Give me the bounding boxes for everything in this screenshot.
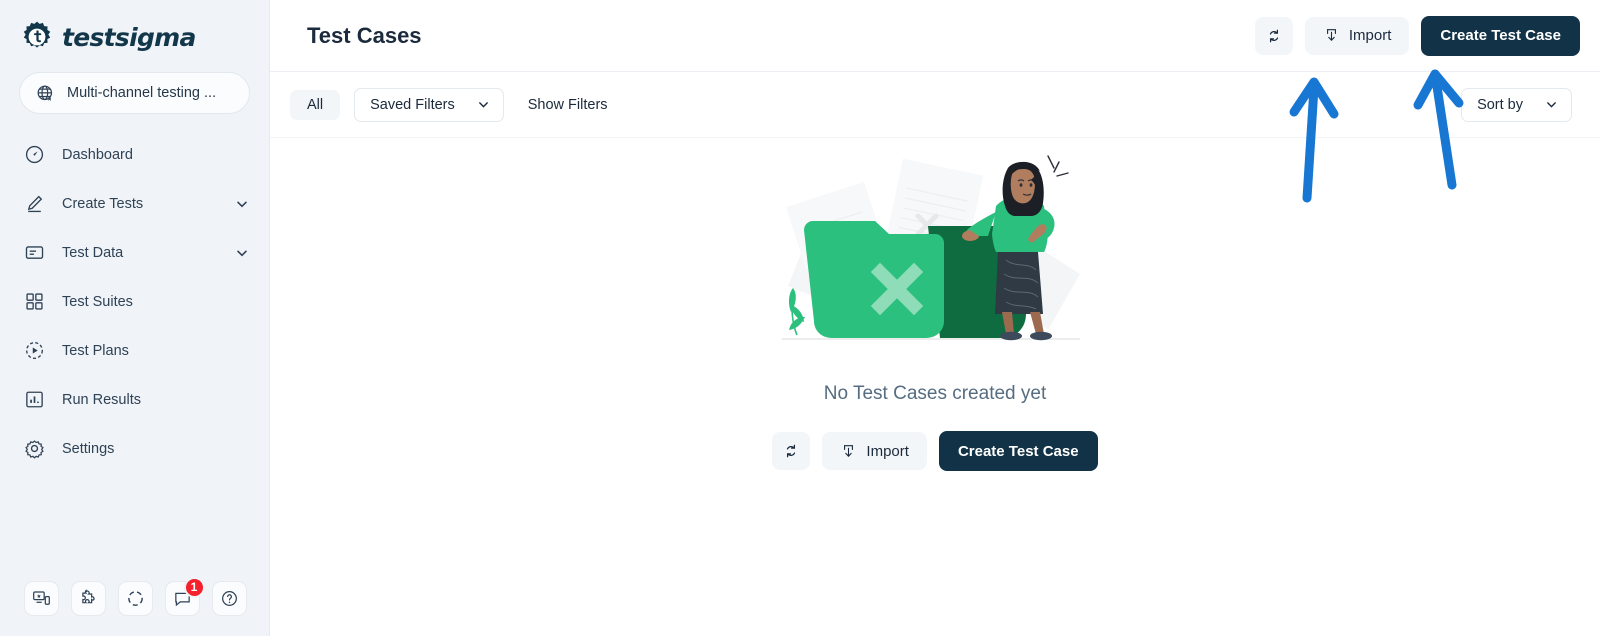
sidebar-item-label: Create Tests <box>62 195 144 212</box>
header-actions: Import Create Test Case <box>1254 15 1580 56</box>
gear-icon <box>25 440 44 459</box>
grid-squares-icon <box>26 293 43 310</box>
sidebar-bottom-toolbar: 1 <box>0 560 270 636</box>
chevron-down-icon[interactable] <box>235 246 249 260</box>
help-question-icon <box>221 590 237 606</box>
sidebar-item-create-tests[interactable]: Create Tests <box>0 179 269 228</box>
sidebar-item-label: Test Plans <box>62 342 129 359</box>
header-import-button[interactable]: Import <box>1304 16 1410 55</box>
sidebar-item-label: Run Results <box>62 391 141 408</box>
tab-all[interactable]: All <box>290 89 341 120</box>
sidebar-item-test-suites[interactable]: Test Suites <box>0 277 269 326</box>
notification-badge: 1 <box>183 576 205 598</box>
empty-import-button[interactable]: Import <box>822 432 927 470</box>
page-title: Test Cases <box>307 22 422 48</box>
chevron-down-icon <box>478 102 488 108</box>
sidebar-item-label: Settings <box>62 440 115 457</box>
help-button[interactable] <box>211 580 247 616</box>
saved-filters-dropdown[interactable]: Saved Filters <box>354 87 504 122</box>
main-content: Test Cases Import Create Test Case All S… <box>270 0 1600 636</box>
sidebar: testsigma Multi-channel testing ... Dash… <box>0 0 270 636</box>
import-download-icon <box>844 444 854 457</box>
sort-by-label: Sort by <box>1477 96 1523 113</box>
data-folder-icon <box>25 246 44 259</box>
empty-import-label: Import <box>866 442 909 460</box>
status-circle-button[interactable] <box>117 580 153 616</box>
project-name: Multi-channel testing ... <box>67 85 217 101</box>
sidebar-item-run-results[interactable]: Run Results <box>0 375 269 424</box>
empty-state-actions: Import Create Test Case <box>772 431 1098 471</box>
empty-refresh-button[interactable] <box>772 432 811 470</box>
devices-screen-icon <box>32 590 50 605</box>
speedometer-icon <box>25 145 44 164</box>
globe-icon <box>37 85 53 101</box>
sidebar-item-settings[interactable]: Settings <box>0 424 269 473</box>
chevron-down-icon <box>1547 102 1556 108</box>
sidebar-item-label: Test Suites <box>62 293 133 310</box>
sidebar-item-label: Dashboard <box>62 146 133 163</box>
puzzle-piece-icon <box>81 588 95 603</box>
sidebar-item-test-data[interactable]: Test Data <box>0 228 269 277</box>
page-header: Test Cases Import Create Test Case <box>270 0 1600 72</box>
header-refresh-button[interactable] <box>1254 16 1293 55</box>
project-selector[interactable]: Multi-channel testing ... <box>19 72 250 114</box>
sort-by-dropdown[interactable]: Sort by <box>1461 87 1572 122</box>
import-download-icon <box>1326 29 1336 41</box>
sidebar-item-dashboard[interactable]: Dashboard <box>0 130 269 179</box>
header-import-label: Import <box>1348 27 1392 44</box>
brand-logo[interactable]: testsigma <box>0 0 269 56</box>
brand-name: testsigma <box>62 22 196 52</box>
integrations-button[interactable] <box>70 580 106 616</box>
devices-screen-button[interactable] <box>23 580 59 616</box>
pencil-icon <box>27 195 43 213</box>
empty-state-title: No Test Cases created yet <box>823 383 1047 404</box>
refresh-icon <box>787 444 796 458</box>
show-filters-button[interactable]: Show Filters <box>528 97 608 113</box>
refresh-icon <box>1269 29 1278 42</box>
sidebar-item-test-plans[interactable]: Test Plans <box>0 326 269 375</box>
play-circle-icon <box>26 342 43 359</box>
empty-create-test-case-button[interactable]: Create Test Case <box>938 431 1098 471</box>
empty-state: No Test Cases created yet Import Create … <box>270 138 1600 471</box>
app-root: testsigma Multi-channel testing ... Dash… <box>0 0 1600 636</box>
testsigma-gear-logo-icon <box>23 21 51 48</box>
sidebar-nav: Dashboard Create Tests Test Data Test Su… <box>0 130 269 473</box>
saved-filters-label: Saved Filters <box>370 96 455 113</box>
notifications-button[interactable]: 1 <box>164 576 205 616</box>
empty-folder-with-person-illustration <box>782 155 1080 341</box>
dashed-circle-icon <box>127 590 143 606</box>
header-create-test-case-button[interactable]: Create Test Case <box>1421 15 1580 56</box>
bar-chart-icon <box>26 391 43 408</box>
sidebar-item-label: Test Data <box>62 244 124 261</box>
chevron-down-icon[interactable] <box>235 197 249 211</box>
filter-toolbar: All Saved Filters Show Filters Sort by <box>270 72 1600 138</box>
